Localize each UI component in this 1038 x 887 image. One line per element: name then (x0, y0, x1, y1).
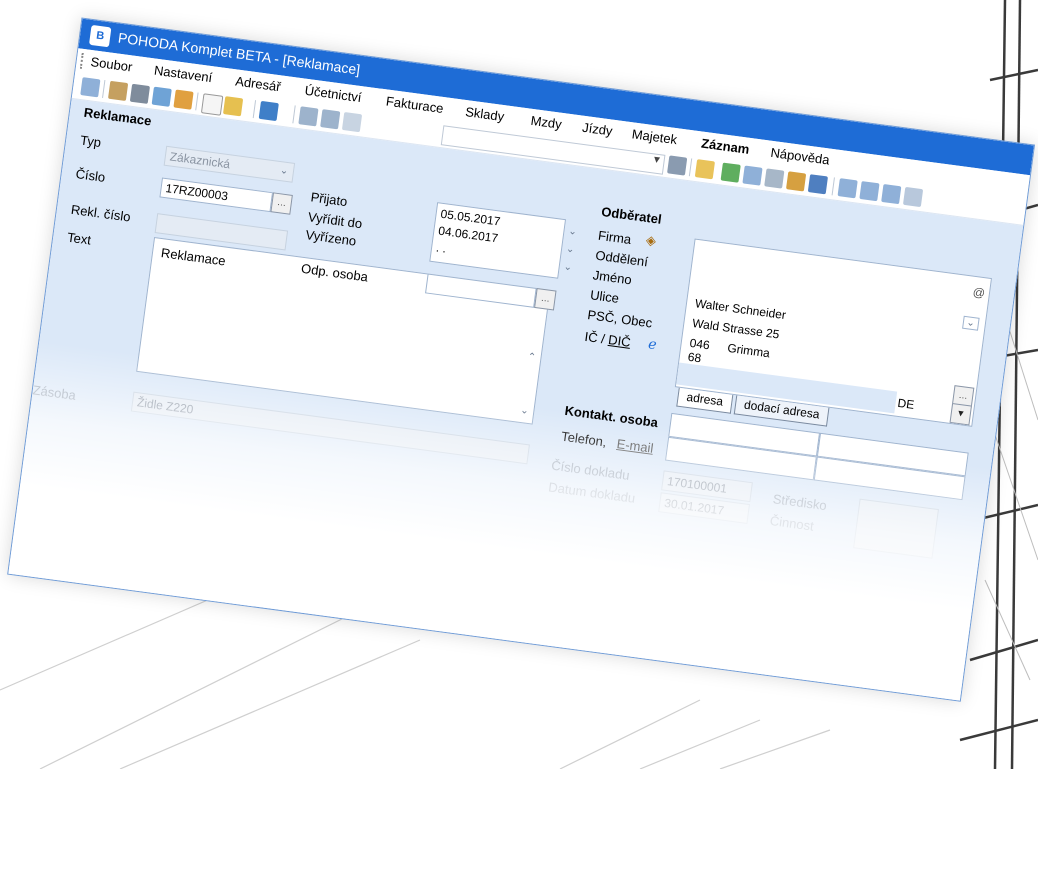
country-value[interactable]: DE (897, 396, 915, 412)
address-lookup-button-2[interactable]: ▼ (949, 402, 972, 426)
typ-label: Typ (79, 132, 103, 151)
text-label: Text (66, 229, 92, 248)
oddeleni-label: Oddělení (594, 247, 649, 270)
menu-mzdy[interactable]: Mzdy (530, 113, 563, 132)
datum-dokladu-label: Datum dokladu (547, 479, 637, 506)
preview-icon[interactable] (151, 86, 172, 107)
scroll-up-icon[interactable]: ⌃ (527, 351, 537, 363)
chevron-down-icon: ⌄ (279, 165, 290, 178)
stredisko-field[interactable] (853, 498, 939, 559)
save-copy-icon[interactable] (320, 109, 341, 130)
odp-osoba-lookup-button[interactable]: … (534, 288, 557, 311)
obec-value[interactable]: Grimma (727, 341, 771, 361)
telefon-label: Telefon, (560, 428, 608, 450)
ic-dic-label: IČ / DIČ (583, 328, 632, 350)
cislo-label: Číslo (74, 166, 107, 185)
chat-icon[interactable] (881, 183, 902, 205)
email-at-icon[interactable]: @ (972, 285, 986, 300)
scroll-down-icon[interactable]: ⌄ (520, 405, 530, 417)
vyrizeno-label: Vyřízeno (304, 227, 358, 249)
message-icon[interactable] (837, 178, 858, 199)
calendar-icon[interactable] (742, 165, 763, 186)
odberatel-title: Odběratel (600, 203, 663, 227)
edit-icon[interactable] (222, 96, 244, 117)
menu-napoveda[interactable]: Nápověda (770, 145, 831, 168)
folder-icon[interactable] (694, 159, 716, 180)
copy-icon[interactable] (341, 112, 363, 133)
stredisko-label: Středisko (771, 491, 828, 514)
rekl-cislo-label: Rekl. číslo (70, 201, 132, 225)
coins-icon[interactable] (785, 171, 807, 192)
zasoba-label: Zásoba (31, 382, 77, 403)
cislo-field[interactable]: 17RZ00003 (159, 177, 274, 213)
back-arrow-icon[interactable] (258, 100, 279, 122)
firma-picker-icon[interactable]: ◈ (645, 232, 657, 249)
list-icon[interactable] (80, 77, 101, 98)
menu-fakturace[interactable]: Fakturace (385, 94, 444, 117)
print-icon[interactable] (129, 83, 151, 104)
list-view-icon[interactable] (859, 181, 880, 202)
menu-majetek[interactable]: Majetek (631, 126, 678, 147)
application-window: B POHODA Komplet BETA - [Reklamace] Soub… (7, 17, 1036, 702)
menu-sklady[interactable]: Sklady (464, 104, 505, 124)
cislo-lookup-button[interactable]: … (270, 192, 293, 215)
help-pointer-icon[interactable] (902, 186, 924, 208)
calculator-icon[interactable] (764, 168, 785, 189)
cinnost-label: Činnost (769, 512, 815, 534)
cislo-dokladu-label: Číslo dokladu (550, 457, 631, 483)
chevron-down-icon[interactable]: ⌄ (961, 315, 980, 331)
dates-block[interactable]: 05.05.2017 04.06.2017 . . (429, 202, 567, 279)
kontakt-osoba-label: Kontakt. osoba (563, 402, 659, 431)
calendar-dropdown-icon[interactable]: ⌄ (563, 261, 573, 273)
filter-icon[interactable] (667, 155, 688, 176)
export-icon[interactable] (107, 80, 129, 102)
menu-soubor[interactable]: Soubor (90, 54, 134, 74)
firma-label: Firma (597, 227, 633, 248)
section-title: Reklamace (83, 104, 153, 129)
menu-nastaveni[interactable]: Nastavení (153, 63, 213, 86)
dic-link[interactable]: DIČ (607, 332, 631, 350)
typ-select[interactable]: Zákaznická (163, 145, 296, 183)
email-link[interactable]: E-mail (616, 436, 655, 456)
save-icon[interactable] (298, 106, 319, 127)
menu-jizdy[interactable]: Jízdy (581, 120, 613, 139)
jmeno-label: Jméno (591, 267, 633, 288)
menu-grip-icon (79, 52, 87, 70)
calendar-dropdown-icon[interactable]: ⌄ (568, 226, 578, 238)
report-icon[interactable] (173, 89, 194, 110)
psc-value[interactable]: 046 68 (687, 336, 722, 368)
psc-obec-label: PSČ, Obec (586, 307, 654, 331)
prijato-label: Přijato (309, 189, 349, 210)
browser-icon[interactable]: ℯ (647, 335, 657, 353)
pay-icon[interactable] (720, 162, 741, 183)
ulice-label: Ulice (589, 287, 620, 306)
menu-adresar[interactable]: Adresář (234, 73, 281, 94)
chevron-down-icon: ▼ (651, 154, 663, 167)
menu-ucetnictvi[interactable]: Účetnictví (304, 83, 363, 105)
pohoda-app-icon: B (88, 24, 112, 48)
calendar-dropdown-icon[interactable]: ⌄ (565, 244, 575, 256)
new-record-icon[interactable] (200, 93, 224, 116)
menu-zaznam[interactable]: Záznam (700, 136, 750, 157)
iban-icon[interactable] (807, 174, 829, 195)
